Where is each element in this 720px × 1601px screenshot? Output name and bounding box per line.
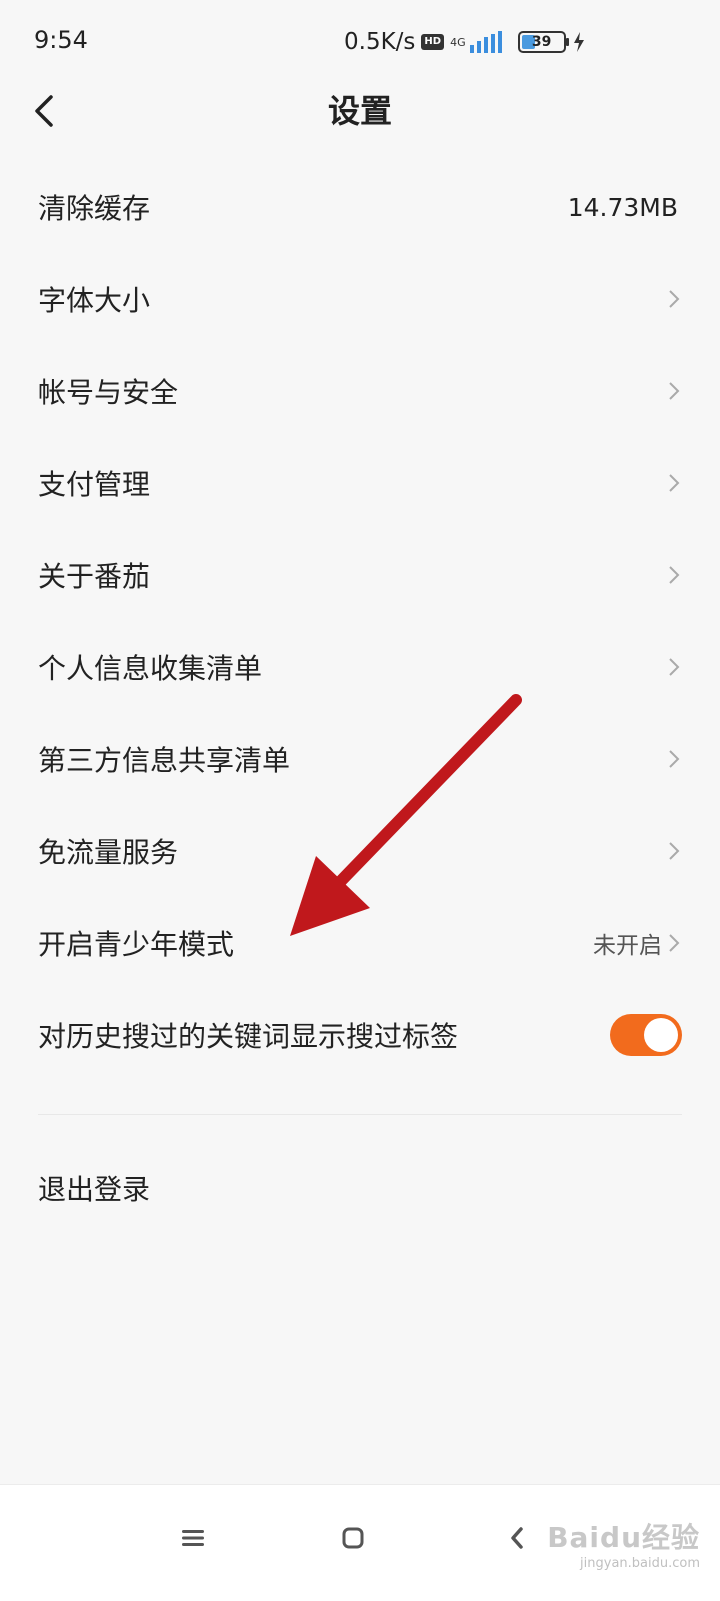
search-tag-item: 对历史搜过的关键词显示搜过标签 bbox=[0, 989, 720, 1081]
account-security-item[interactable]: 帐号与安全 bbox=[0, 345, 720, 437]
watermark-brand: Baidu经验 bbox=[547, 1521, 700, 1554]
status-bar: 9:54 0.5K/s HD 4G 39 bbox=[0, 0, 720, 86]
item-label: 第三方信息共享清单 bbox=[38, 744, 291, 777]
item-label: 个人信息收集清单 bbox=[38, 652, 263, 685]
network-speed: 0.5K/s bbox=[344, 29, 416, 55]
battery-level: 39 bbox=[531, 34, 552, 50]
chevron-right-icon bbox=[666, 562, 682, 588]
personal-info-list-item[interactable]: 个人信息收集清单 bbox=[0, 621, 720, 713]
item-label: 支付管理 bbox=[38, 468, 151, 501]
font-size-item[interactable]: 字体大小 bbox=[0, 253, 720, 345]
header: 设置 bbox=[0, 86, 720, 156]
teen-mode-status: 未开启 bbox=[593, 933, 662, 959]
signal-icon bbox=[469, 31, 502, 53]
logout-item-wrapper: 退出登录 bbox=[0, 1142, 720, 1234]
baidu-watermark: Baidu经验 jingyan.baidu.com bbox=[547, 1516, 700, 1571]
watermark-url: jingyan.baidu.com bbox=[580, 1556, 700, 1571]
item-label: 字体大小 bbox=[38, 284, 151, 317]
divider bbox=[38, 1114, 682, 1115]
charging-icon bbox=[573, 32, 584, 52]
teen-mode-item[interactable]: 开启青少年模式 未开启 bbox=[0, 897, 720, 989]
network-type: 4G bbox=[450, 35, 466, 49]
system-nav-bar: Baidu经验 jingyan.baidu.com bbox=[0, 1484, 720, 1601]
logout-button[interactable]: 退出登录 bbox=[0, 1142, 720, 1234]
about-item[interactable]: 关于番茄 bbox=[0, 529, 720, 621]
item-label: 关于番茄 bbox=[38, 560, 151, 593]
page-title: 设置 bbox=[327, 92, 392, 130]
battery-icon: 39 bbox=[517, 31, 569, 53]
battery-tip bbox=[565, 38, 569, 46]
back-triangle-icon bbox=[511, 1527, 523, 1549]
third-party-sharing-item[interactable]: 第三方信息共享清单 bbox=[0, 713, 720, 805]
menu-icon bbox=[182, 1530, 204, 1546]
chevron-right-icon bbox=[666, 378, 682, 404]
chevron-right-icon bbox=[666, 286, 682, 312]
search-tag-toggle[interactable] bbox=[610, 1014, 682, 1056]
status-indicators: 0.5K/s HD 4G 39 bbox=[344, 26, 586, 58]
payment-management-item[interactable]: 支付管理 bbox=[0, 437, 720, 529]
settings-list: 清除缓存 14.73MB 字体大小 帐号与安全 支付管理 关于番茄 个人信息收集… bbox=[0, 161, 720, 1081]
home-button[interactable] bbox=[323, 1513, 383, 1563]
recents-button[interactable] bbox=[163, 1513, 223, 1563]
chevron-right-icon bbox=[666, 470, 682, 496]
clear-cache-item[interactable]: 清除缓存 14.73MB bbox=[0, 161, 720, 253]
free-data-service-item[interactable]: 免流量服务 bbox=[0, 805, 720, 897]
item-label: 清除缓存 bbox=[38, 192, 151, 225]
item-label: 开启青少年模式 bbox=[38, 928, 235, 961]
chevron-right-icon bbox=[666, 746, 682, 772]
logout-label: 退出登录 bbox=[38, 1173, 151, 1206]
item-label: 对历史搜过的关键词显示搜过标签 bbox=[38, 1020, 459, 1053]
chevron-right-icon bbox=[666, 930, 682, 956]
chevron-right-icon bbox=[666, 654, 682, 680]
home-square-icon bbox=[342, 1527, 364, 1549]
cache-size-value: 14.73MB bbox=[567, 192, 678, 222]
toggle-knob bbox=[644, 1018, 678, 1052]
hd-badge: HD bbox=[421, 34, 445, 50]
item-label: 帐号与安全 bbox=[38, 376, 179, 409]
item-label: 免流量服务 bbox=[38, 836, 179, 869]
status-time: 9:54 bbox=[34, 26, 88, 54]
nav-back-button[interactable] bbox=[487, 1513, 547, 1563]
chevron-right-icon bbox=[666, 838, 682, 864]
